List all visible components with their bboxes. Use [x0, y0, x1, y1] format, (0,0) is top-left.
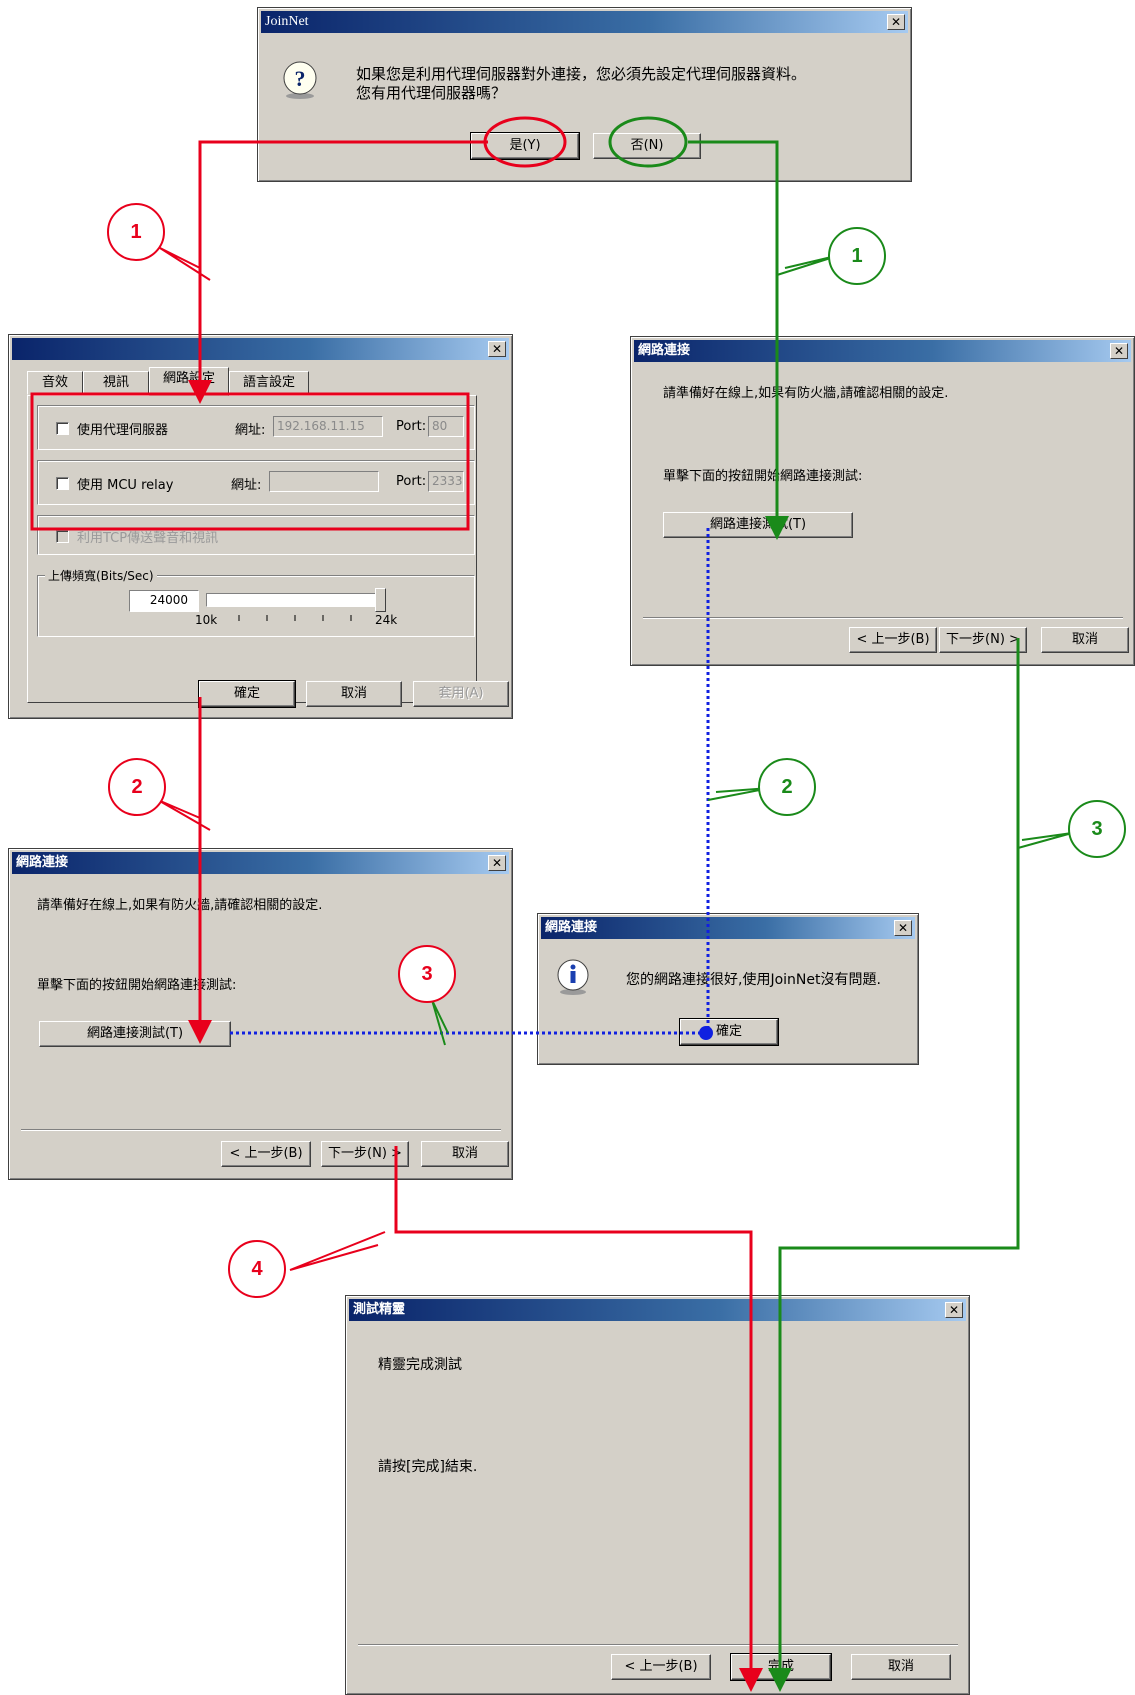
close-icon[interactable]: ✕ [488, 341, 506, 357]
info-dialog: 網路連接 ✕ 您的網路連接很好,使用JoinNet沒有問題. 確定 [537, 913, 919, 1065]
settings-cancel-button[interactable]: 取消 [306, 681, 402, 707]
proxy-port-label: Port: [396, 419, 427, 434]
wizard-top-test-button[interactable]: 網路連接測試(T) [663, 512, 853, 538]
joinnet-message-line1: 如果您是利用代理伺服器對外連接，您必須先設定代理伺服器資料。 [356, 65, 807, 83]
yes-button[interactable]: 是(Y) [470, 132, 580, 160]
info-ok-button[interactable]: 確定 [679, 1018, 779, 1046]
svg-text:?: ? [295, 66, 306, 91]
network-wizard-top-title-bar: 網路連接 ✕ [634, 340, 1131, 362]
joinnet-title-bar: JoinNet ✕ [261, 11, 908, 33]
mcu-port-label: Port: [396, 474, 427, 489]
proxy-address-label: 網址: [235, 423, 266, 438]
step-badge-red-2: 2 [108, 758, 166, 816]
wizard-top-line1: 請準備好在線上,如果有防火牆,請確認相關的設定. [663, 386, 949, 401]
tab-language[interactable]: 語言設定 [229, 371, 309, 395]
tab-network[interactable]: 網路設定 [149, 367, 229, 396]
wizard-top-cancel-button[interactable]: 取消 [1041, 627, 1129, 653]
proxy-address-field[interactable]: 192.168.11.15 [273, 416, 383, 437]
close-icon[interactable]: ✕ [945, 1302, 963, 1318]
close-icon[interactable]: ✕ [488, 855, 506, 871]
leader-red-2 [157, 799, 211, 831]
settings-ok-button[interactable]: 確定 [198, 680, 296, 708]
finish-title: 測試精靈 [353, 1302, 406, 1317]
tab-audio[interactable]: 音效 [27, 371, 83, 395]
joinnet-title: JoinNet [265, 14, 309, 29]
finish-separator [358, 1644, 958, 1646]
leader-red-4 [289, 1231, 386, 1271]
step-badge-green-1: 1 [828, 227, 886, 285]
step-badge-red-1: 1 [107, 203, 165, 261]
step-badge-red-4: 4 [228, 1240, 286, 1298]
joinnet-message-line2: 您有用代理伺服器嗎？ [356, 84, 507, 102]
proxy-checkbox[interactable] [56, 422, 69, 435]
proxy-port-field[interactable]: 80 [428, 416, 464, 437]
wizard-left-cancel-button[interactable]: 取消 [421, 1141, 509, 1167]
tab-video[interactable]: 視訊 [83, 371, 149, 395]
wizard-top-line2: 單擊下面的按鈕開始網路連接測試: [663, 469, 863, 484]
info-title: 網路連接 [545, 920, 598, 935]
leader-red-1 [159, 247, 211, 281]
settings-title-bar: ✕ [12, 338, 509, 360]
wizard-left-line2: 單擊下面的按鈕開始網路連接測試: [37, 978, 237, 993]
tcp-checkbox[interactable] [56, 530, 69, 543]
wizard-left-next-button[interactable]: 下一步(N) > [321, 1141, 409, 1167]
wizard-left-line1: 請準備好在線上,如果有防火牆,請確認相關的設定. [37, 898, 323, 913]
step-badge-green-3: 3 [1068, 800, 1126, 858]
question-icon: ? [283, 61, 317, 99]
network-wizard-top-title: 網路連接 [638, 343, 691, 358]
settings-dialog: ✕ 音效 視訊 網路設定 語言設定 使用代理伺服器 網址: 192.168.11… [8, 334, 513, 719]
slider-ticks [238, 615, 352, 621]
no-button[interactable]: 否(N) [593, 133, 701, 159]
step-badge-blue-2: 2 [758, 758, 816, 816]
wizard-left-back-button[interactable]: < 上一步(B) [221, 1141, 311, 1167]
proxy-label: 使用代理伺服器 [77, 423, 169, 438]
network-wizard-left: 網路連接 ✕ 請準備好在線上,如果有防火牆,請確認相關的設定. 單擊下面的按鈕開… [8, 848, 513, 1180]
mcu-checkbox[interactable] [56, 477, 69, 490]
info-title-bar: 網路連接 ✕ [541, 917, 915, 939]
mcu-label: 使用 MCU relay [77, 478, 174, 493]
bandwidth-value-field[interactable]: 24000 [129, 590, 199, 612]
close-icon[interactable]: ✕ [887, 14, 905, 30]
mcu-address-label: 網址: [231, 478, 262, 493]
mcu-address-field[interactable] [269, 471, 379, 492]
mcu-port-field[interactable]: 2333 [428, 471, 464, 492]
close-icon[interactable]: ✕ [1110, 343, 1128, 359]
finish-cancel-button[interactable]: 取消 [851, 1654, 951, 1680]
finish-back-button[interactable]: < 上一步(B) [611, 1654, 711, 1680]
wizard-left-test-button[interactable]: 網路連接測試(T) [39, 1021, 231, 1047]
wizard-top-separator [643, 617, 1123, 619]
finish-button[interactable]: 完成 [730, 1653, 832, 1681]
network-wizard-top: 網路連接 ✕ 請準備好在線上,如果有防火牆,請確認相關的設定. 單擊下面的按鈕開… [630, 336, 1135, 666]
step-badge-blue-3: 3 [398, 945, 456, 1003]
wizard-left-separator [21, 1129, 501, 1131]
finish-line2: 請按[完成]結束. [378, 1459, 478, 1475]
close-icon[interactable]: ✕ [894, 920, 912, 936]
bandwidth-group-label: 上傳頻寬(Bits/Sec) [45, 567, 157, 584]
finish-line1: 精靈完成測試 [378, 1357, 462, 1373]
bandwidth-slider-thumb[interactable] [375, 588, 386, 612]
bandwidth-slider-track [206, 593, 386, 607]
wizard-top-next-button[interactable]: 下一步(N) > [939, 627, 1027, 653]
network-wizard-left-title-bar: 網路連接 ✕ [12, 852, 509, 874]
info-icon [557, 959, 589, 995]
finish-title-bar: 測試精靈 ✕ [349, 1299, 966, 1321]
joinnet-dialog: JoinNet ✕ ? 如果您是利用代理伺服器對外連接，您必須先設定代理伺服器資… [257, 7, 912, 182]
tcp-label: 利用TCP傳送聲音和視訊 [77, 531, 219, 546]
info-message: 您的網路連接很好,使用JoinNet沒有問題. [626, 972, 881, 988]
network-wizard-left-title: 網路連接 [16, 855, 69, 870]
leader-green-3 [1017, 832, 1073, 849]
settings-apply-button[interactable]: 套用(A) [413, 681, 509, 707]
finish-wizard: 測試精靈 ✕ 精靈完成測試 請按[完成]結束. < 上一步(B) 完成 取消 [345, 1295, 970, 1695]
wizard-top-back-button[interactable]: < 上一步(B) [849, 627, 937, 653]
